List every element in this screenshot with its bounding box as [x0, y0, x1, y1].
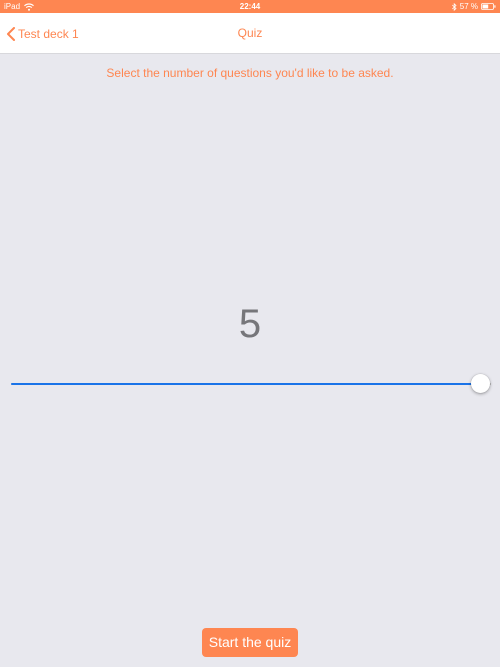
- navigation-bar: Test deck 1 Quiz: [0, 13, 500, 54]
- back-button-label: Test deck 1: [18, 26, 79, 41]
- bluetooth-icon: [451, 2, 457, 11]
- slider-fill: [11, 383, 481, 385]
- back-button[interactable]: Test deck 1: [6, 13, 79, 54]
- battery-icon: [481, 3, 496, 10]
- chevron-left-icon: [6, 26, 18, 41]
- question-count-slider[interactable]: [11, 371, 491, 397]
- slider-thumb[interactable]: [471, 374, 490, 393]
- status-bar: iPad 22:44 57 %: [0, 0, 500, 13]
- status-time: 22:44: [239, 2, 261, 11]
- battery-percent: 57 %: [459, 2, 478, 11]
- question-count: 5: [238, 302, 262, 346]
- start-quiz-button[interactable]: Start the quiz: [202, 628, 298, 657]
- status-right: 57 %: [451, 0, 496, 13]
- instruction-text: Select the number of questions you'd lik…: [106, 66, 394, 80]
